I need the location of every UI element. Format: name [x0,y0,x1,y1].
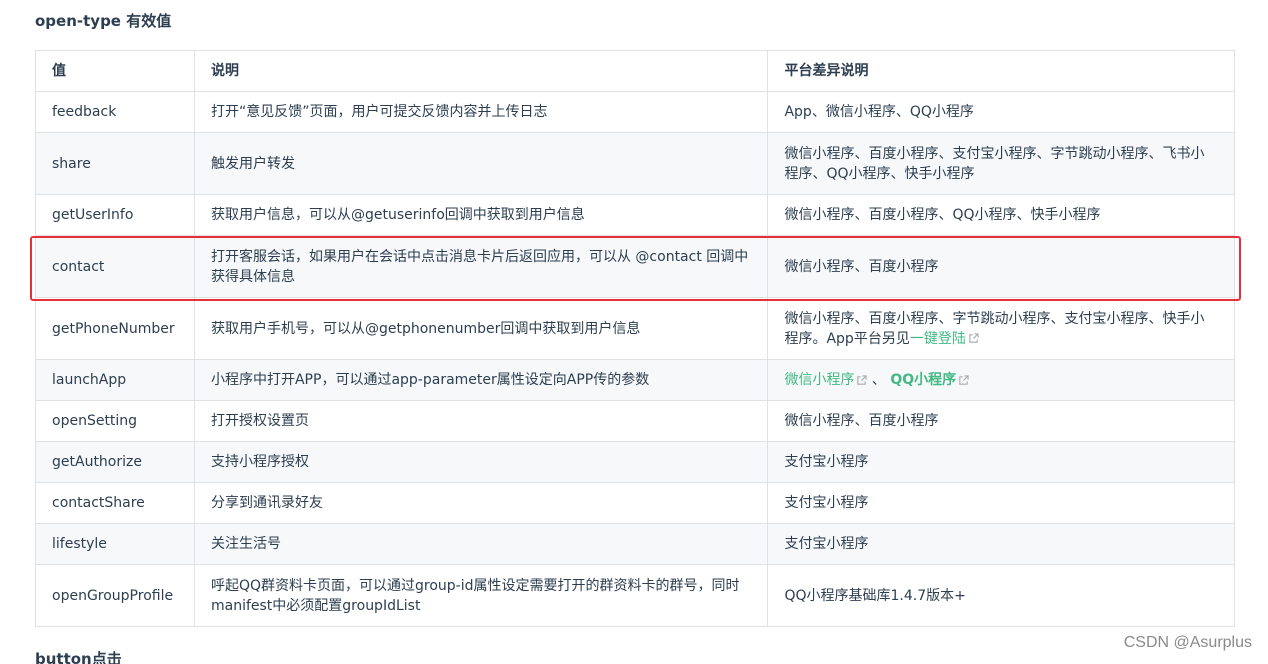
one-click-login-link[interactable]: 一键登陆 [910,331,979,347]
cell-platform: 支付宝小程序 [767,523,1235,565]
cell-value: lifestyle [35,523,195,565]
cell-description: 触发用户转发 [193,132,769,195]
cell-description: 分享到通讯录好友 [193,482,769,524]
weixin-miniprogram-link[interactable]: 微信小程序 [784,372,868,388]
header-value: 值 [35,50,195,92]
cell-description: 获取用户手机号，可以从@getphonenumber回调中获取到用户信息 [193,297,769,360]
cell-value: getAuthorize [35,441,195,483]
external-link-icon [959,374,969,385]
header-platform: 平台差异说明 [767,50,1235,92]
cell-platform: 微信小程序、百度小程序、字节跳动小程序、支付宝小程序、快手小程序。App平台另见… [767,297,1235,360]
cell-value: openSetting [35,400,195,442]
cell-description: 打开授权设置页 [193,400,769,442]
open-type-table: 值 说明 平台差异说明 feedback 打开“意见反馈”页面，用户可提交反馈内… [35,50,1235,627]
cell-platform: 微信小程序、百度小程序 [767,400,1235,442]
table-row: getAuthorize 支持小程序授权 支付宝小程序 [35,441,1235,483]
cell-description: 呼起QQ群资料卡页面，可以通过group-id属性设定需要打开的群资料卡的群号，… [193,564,769,627]
table-row: getUserInfo 获取用户信息，可以从@getuserinfo回调中获取到… [35,194,1235,236]
cell-value: share [35,132,195,195]
cell-value: getUserInfo [35,194,195,236]
table-row: openGroupProfile 呼起QQ群资料卡页面，可以通过group-id… [35,564,1235,627]
table-row: feedback 打开“意见反馈”页面，用户可提交反馈内容并上传日志 App、微… [35,91,1235,133]
next-section-title: button点击 [35,650,122,664]
link-label: QQ小程序 [890,372,957,388]
platform-text: 微信小程序、百度小程序、字节跳动小程序、支付宝小程序、快手小程序。App平台另见 [784,310,1205,347]
link-label: 微信小程序 [784,372,855,388]
cell-platform: 支付宝小程序 [767,441,1235,483]
cell-platform: 微信小程序、百度小程序、支付宝小程序、字节跳动小程序、飞书小程序、QQ小程序、快… [767,132,1235,195]
cell-value: getPhoneNumber [35,297,195,360]
cell-description: 关注生活号 [193,523,769,565]
cell-platform: 微信小程序、百度小程序、QQ小程序、快手小程序 [767,194,1235,236]
table-header-row: 值 说明 平台差异说明 [35,50,1235,92]
table-row: contactShare 分享到通讯录好友 支付宝小程序 [35,482,1235,524]
link-label: 一键登陆 [909,330,966,347]
cell-platform: QQ小程序基础库1.4.7版本+ [767,564,1235,627]
table-row: share 触发用户转发 微信小程序、百度小程序、支付宝小程序、字节跳动小程序、… [35,132,1235,195]
link-separator: 、 [867,372,886,388]
cell-value: launchApp [35,359,195,401]
section-title: open-type 有效值 [35,12,172,30]
doc-page: open-type 有效值 值 说明 平台差异说明 feedback 打开“意见… [0,0,1268,664]
cell-description: 打开“意见反馈”页面，用户可提交反馈内容并上传日志 [193,91,769,133]
cell-platform: 微信小程序、百度小程序 [767,235,1235,298]
cell-platform: 支付宝小程序 [767,482,1235,524]
cell-platform: App、微信小程序、QQ小程序 [767,91,1235,133]
cell-description: 获取用户信息，可以从@getuserinfo回调中获取到用户信息 [193,194,769,236]
qq-miniprogram-link[interactable]: QQ小程序 [890,372,969,388]
table-row: lifestyle 关注生活号 支付宝小程序 [35,523,1235,565]
external-link-icon [969,333,979,343]
cell-platform: 微信小程序 、 QQ小程序 [767,359,1235,401]
table-row: openSetting 打开授权设置页 微信小程序、百度小程序 [35,400,1235,442]
table-row: launchApp 小程序中打开APP，可以通过app-parameter属性设… [35,359,1235,401]
external-link-icon [857,374,868,385]
cell-value: feedback [35,91,195,133]
cell-description: 打开客服会话，如果用户在会话中点击消息卡片后返回应用，可以从 @contact … [193,235,769,298]
cell-description: 小程序中打开APP，可以通过app-parameter属性设定向APP传的参数 [193,359,769,401]
header-description: 说明 [193,50,769,92]
table-row: getPhoneNumber 获取用户手机号，可以从@getphonenumbe… [35,297,1235,360]
csdn-watermark: CSDN @Asurplus [1123,634,1252,651]
cell-value: contact [35,235,195,298]
cell-description: 支持小程序授权 [193,441,769,483]
table-row: contact 打开客服会话，如果用户在会话中点击消息卡片后返回应用，可以从 @… [35,235,1235,298]
cell-value: openGroupProfile [35,564,195,627]
cell-value: contactShare [35,482,195,524]
